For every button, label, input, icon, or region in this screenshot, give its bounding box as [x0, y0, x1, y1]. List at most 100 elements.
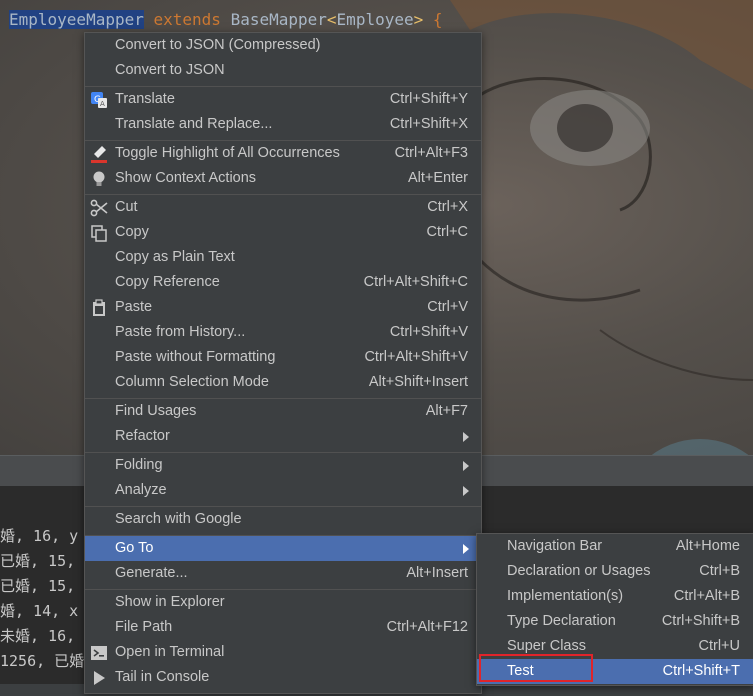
menu-item-label: Convert to JSON (Compressed)	[115, 37, 321, 53]
menu-item-folding[interactable]: Folding	[85, 453, 481, 478]
menu-item-cut[interactable]: Cut Ctrl+X	[85, 195, 481, 220]
menu-item-convert-json[interactable]: Convert to JSON	[85, 58, 481, 83]
go-to-submenu: Navigation Bar Alt+Home Declaration or U…	[476, 533, 753, 686]
menu-item-toggle-highlight[interactable]: Toggle Highlight of All Occurrences Ctrl…	[85, 141, 481, 166]
menu-item-paste-without-formatting[interactable]: Paste without Formatting Ctrl+Alt+Shift+…	[85, 345, 481, 370]
console-line: 婚, 16, y	[0, 527, 79, 545]
menu-item-shortcut: Ctrl+Shift+V	[389, 324, 468, 340]
menu-item-label: Copy as Plain Text	[115, 249, 235, 265]
menu-item-label: Analyze	[115, 482, 167, 498]
menu-item-label: Translate	[115, 91, 175, 107]
menu-item-label: File Path	[115, 619, 173, 635]
menu-item-generate[interactable]: Generate... Alt+Insert	[85, 561, 481, 586]
menu-item-shortcut: Ctrl+Shift+Y	[389, 91, 468, 107]
submenu-arrow-icon	[463, 432, 469, 442]
menu-item-shortcut: Ctrl+Alt+F3	[394, 145, 468, 161]
menu-item-paste-history[interactable]: Paste from History... Ctrl+Shift+V	[85, 320, 481, 345]
menu-item-label: Column Selection Mode	[115, 374, 269, 390]
menu-item-shortcut: Ctrl+Alt+Shift+C	[363, 274, 468, 290]
highlighter-icon	[90, 145, 108, 163]
menu-item-show-in-explorer[interactable]: Show in Explorer	[85, 590, 481, 615]
menu-item-shortcut: Ctrl+Shift+T	[662, 663, 740, 679]
menu-item-label: Go To	[115, 540, 154, 556]
menu-item-copy-reference[interactable]: Copy Reference Ctrl+Alt+Shift+C	[85, 270, 481, 295]
menu-item-go-to[interactable]: Go To	[85, 536, 481, 561]
submenu-item-navigation-bar[interactable]: Navigation Bar Alt+Home	[477, 534, 753, 559]
submenu-item-test[interactable]: Test Ctrl+Shift+T	[477, 659, 753, 684]
menu-item-label: Super Class	[507, 638, 586, 654]
menu-item-label: Toggle Highlight of All Occurrences	[115, 145, 340, 161]
submenu-item-super-class[interactable]: Super Class Ctrl+U	[477, 634, 753, 659]
menu-item-shortcut: Alt+Insert	[406, 565, 468, 581]
menu-item-label: Copy Reference	[115, 274, 220, 290]
menu-item-shortcut: Ctrl+Alt+B	[673, 588, 740, 604]
menu-item-label: Cut	[115, 199, 138, 215]
menu-item-label: Test	[507, 663, 534, 679]
menu-item-label: Show in Explorer	[115, 594, 225, 610]
menu-item-shortcut: Alt+F7	[425, 403, 468, 419]
menu-item-label: Show Context Actions	[115, 170, 257, 186]
menu-item-search-google[interactable]: Search with Google	[85, 507, 481, 532]
menu-item-label: Tail in Console	[115, 669, 210, 685]
menu-item-copy-plain-text[interactable]: Copy as Plain Text	[85, 245, 481, 270]
menu-item-label: Refactor	[115, 428, 170, 444]
menu-item-shortcut: Ctrl+Alt+Shift+V	[364, 349, 468, 365]
menu-item-shortcut: Alt+Enter	[407, 170, 468, 186]
scissors-icon	[90, 199, 108, 217]
console-line: 已婚, 15,	[0, 552, 76, 570]
menu-item-label: Navigation Bar	[507, 538, 603, 554]
menu-item-label: Folding	[115, 457, 163, 473]
console-line: 未婚, 16,	[0, 627, 76, 645]
menu-item-shortcut: Ctrl+U	[698, 638, 741, 654]
lightbulb-icon	[90, 170, 108, 188]
svg-text:A: A	[100, 100, 105, 108]
menu-item-label: Declaration or Usages	[507, 563, 651, 579]
menu-item-paste[interactable]: Paste Ctrl+V	[85, 295, 481, 320]
submenu-item-declaration-usages[interactable]: Declaration or Usages Ctrl+B	[477, 559, 753, 584]
menu-item-label: Generate...	[115, 565, 188, 581]
menu-item-translate[interactable]: GA Translate Ctrl+Shift+Y	[85, 87, 481, 112]
menu-item-shortcut: Ctrl+Alt+F12	[386, 619, 468, 635]
google-translate-icon: GA	[90, 91, 108, 109]
submenu-item-type-declaration[interactable]: Type Declaration Ctrl+Shift+B	[477, 609, 753, 634]
menu-item-find-usages[interactable]: Find Usages Alt+F7	[85, 399, 481, 424]
menu-item-label: Copy	[115, 224, 149, 240]
clipboard-icon	[90, 299, 108, 317]
menu-item-label: Translate and Replace...	[115, 116, 273, 132]
menu-item-label: Find Usages	[115, 403, 197, 419]
console-line: 已婚, 15,	[0, 577, 76, 595]
submenu-arrow-icon	[463, 486, 469, 496]
play-icon	[90, 669, 108, 687]
menu-item-context-actions[interactable]: Show Context Actions Alt+Enter	[85, 166, 481, 191]
menu-item-label: Type Declaration	[507, 613, 616, 629]
submenu-arrow-icon	[463, 544, 469, 554]
menu-item-refactor[interactable]: Refactor	[85, 424, 481, 449]
menu-item-label: Convert to JSON	[115, 62, 225, 78]
menu-item-shortcut: Ctrl+C	[426, 224, 469, 240]
menu-item-label: Paste	[115, 299, 153, 315]
submenu-arrow-icon	[463, 461, 469, 471]
terminal-icon	[90, 644, 108, 662]
console-line: 婚, 14, x	[0, 602, 79, 620]
menu-item-copy[interactable]: Copy Ctrl+C	[85, 220, 481, 245]
menu-item-label: Open in Terminal	[115, 644, 225, 660]
console-line: 1256, 已婚	[0, 652, 85, 670]
menu-item-shortcut: Ctrl+X	[427, 199, 468, 215]
menu-item-analyze[interactable]: Analyze	[85, 478, 481, 503]
menu-item-file-path[interactable]: File Path Ctrl+Alt+F12	[85, 615, 481, 640]
menu-item-shortcut: Alt+Home	[675, 538, 740, 554]
menu-item-label: Paste without Formatting	[115, 349, 276, 365]
menu-item-translate-replace[interactable]: Translate and Replace... Ctrl+Shift+X	[85, 112, 481, 137]
submenu-item-implementations[interactable]: Implementation(s) Ctrl+Alt+B	[477, 584, 753, 609]
menu-item-open-terminal[interactable]: Open in Terminal	[85, 640, 481, 665]
menu-item-label: Search with Google	[115, 511, 242, 527]
menu-item-shortcut: Ctrl+Shift+X	[389, 116, 468, 132]
context-menu: Convert to JSON (Compressed) Convert to …	[84, 32, 482, 694]
copy-icon	[90, 224, 108, 242]
menu-item-shortcut: Alt+Shift+Insert	[368, 374, 468, 390]
menu-item-shortcut: Ctrl+B	[699, 563, 740, 579]
menu-item-label: Implementation(s)	[507, 588, 624, 604]
menu-item-column-selection-mode[interactable]: Column Selection Mode Alt+Shift+Insert	[85, 370, 481, 395]
menu-item-convert-json-compressed[interactable]: Convert to JSON (Compressed)	[85, 33, 481, 58]
menu-item-tail-console[interactable]: Tail in Console	[85, 665, 481, 690]
